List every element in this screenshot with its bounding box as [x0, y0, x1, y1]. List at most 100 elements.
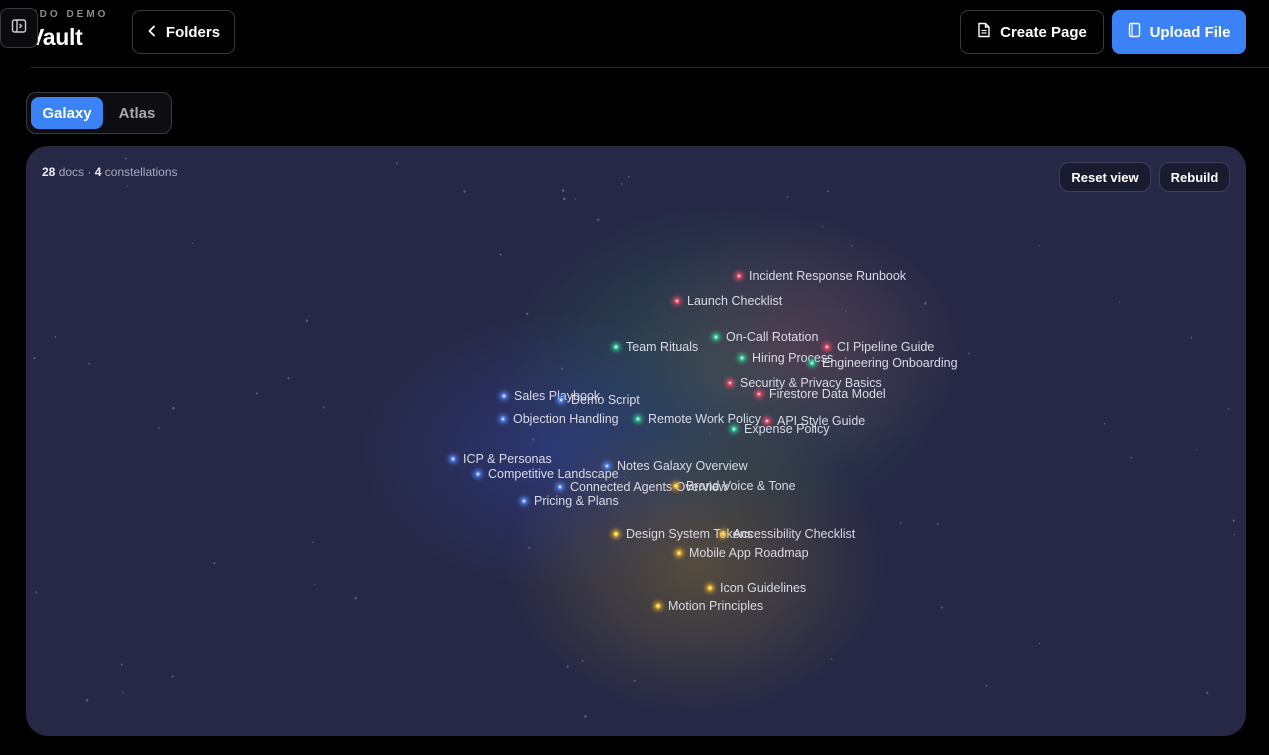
doc-node[interactable]: Engineering Onboarding [807, 356, 958, 370]
background-star [562, 197, 566, 201]
node-core [708, 586, 712, 590]
background-star [126, 185, 128, 188]
node-core [732, 427, 736, 431]
background-star [305, 319, 309, 322]
doc-node[interactable]: Design System Tokens [611, 527, 753, 541]
node-label[interactable]: Launch Checklist [687, 294, 783, 308]
background-star [213, 562, 216, 565]
node-core [721, 532, 725, 536]
doc-node[interactable]: Launch Checklist [672, 294, 783, 308]
node-label[interactable]: Mobile App Roadmap [689, 546, 809, 560]
node-label[interactable]: Firestore Data Model [769, 387, 886, 401]
node-label[interactable]: Notes Galaxy Overview [617, 459, 749, 473]
background-star [627, 175, 630, 178]
background-star [1195, 448, 1198, 451]
node-core [558, 485, 562, 489]
galaxy-canvas[interactable]: Incident Response Runbook Launch Checklis… [26, 146, 1246, 736]
node-core [656, 604, 660, 608]
doc-node[interactable]: Incident Response Runbook [734, 269, 907, 283]
folders-back-button[interactable]: Folders [132, 10, 235, 54]
sidebar-toggle-icon [11, 18, 27, 39]
node-core [674, 484, 678, 488]
node-label[interactable]: Expense Policy [744, 422, 830, 436]
doc-node[interactable]: ICP & Personas [448, 452, 552, 466]
node-core [757, 392, 761, 396]
doc-node[interactable]: Motion Principles [653, 599, 764, 613]
background-star [821, 225, 824, 227]
node-label[interactable]: Pricing & Plans [534, 494, 619, 508]
create-page-button[interactable]: Create Page [960, 10, 1104, 54]
view-switcher: Galaxy Atlas [26, 92, 172, 134]
background-star [1118, 301, 1121, 303]
node-label[interactable]: Icon Guidelines [720, 581, 806, 595]
node-core [614, 345, 618, 349]
background-star [172, 406, 175, 410]
node-label[interactable]: CI Pipeline Guide [837, 340, 934, 354]
background-star [124, 157, 127, 160]
node-label[interactable]: Motion Principles [668, 599, 763, 613]
doc-node[interactable]: Remote Work Policy [633, 412, 762, 426]
doc-node[interactable]: Expense Policy [729, 422, 831, 436]
node-core [636, 417, 640, 421]
constellations-count: 4 [94, 165, 102, 179]
node-label[interactable]: Accessibility Checklist [733, 527, 856, 541]
doc-node[interactable]: Mobile App Roadmap [674, 546, 809, 560]
background-star [620, 182, 623, 185]
background-star [287, 377, 290, 380]
top-bar: YDO DEMO Vault Folders Create Page Uploa… [0, 0, 1269, 68]
doc-node[interactable]: Pricing & Plans [519, 494, 619, 508]
background-star [1233, 533, 1236, 536]
background-star [899, 522, 902, 524]
tab-galaxy[interactable]: Galaxy [31, 97, 103, 129]
node-label[interactable]: Brand Voice & Tone [686, 479, 796, 493]
background-star [527, 546, 531, 549]
node-label[interactable]: Objection Handling [513, 412, 619, 426]
node-core [825, 345, 829, 349]
reset-view-button[interactable]: Reset view [1059, 162, 1151, 192]
node-label[interactable]: ICP & Personas [463, 452, 552, 466]
node-label[interactable]: Team Rituals [626, 340, 698, 354]
galaxy-graph[interactable]: Incident Response Runbook Launch Checklis… [26, 146, 1246, 736]
background-star [940, 606, 943, 609]
doc-node[interactable]: Firestore Data Model [754, 387, 886, 401]
node-label[interactable]: Engineering Onboarding [822, 356, 958, 370]
doc-node[interactable]: Objection Handling [498, 412, 619, 426]
stats-separator: · [87, 165, 92, 179]
doc-node[interactable]: On-Call Rotation [711, 330, 819, 344]
doc-node[interactable]: Hiring Process [737, 351, 834, 365]
background-star [192, 242, 194, 244]
folders-label: Folders [165, 23, 221, 41]
background-star [968, 352, 970, 355]
background-star [597, 218, 600, 221]
node-label[interactable]: Competitive Landscape [488, 467, 619, 481]
doc-node[interactable]: Accessibility Checklist [718, 527, 856, 541]
doc-node[interactable]: Competitive Landscape [473, 467, 619, 481]
background-star [574, 198, 577, 200]
rebuild-button[interactable]: Rebuild [1159, 162, 1230, 192]
background-star [844, 310, 847, 313]
doc-node[interactable]: Notes Galaxy Overview [602, 459, 749, 473]
background-star [1190, 336, 1193, 339]
doc-node[interactable]: Icon Guidelines [705, 581, 807, 595]
tab-atlas[interactable]: Atlas [107, 97, 167, 129]
background-star [85, 698, 89, 702]
background-star [354, 597, 357, 600]
node-core [677, 551, 681, 555]
background-star [122, 691, 124, 694]
background-star [566, 665, 569, 668]
doc-node[interactable]: Brand Voice & Tone [671, 479, 796, 493]
background-star [322, 406, 325, 409]
node-label[interactable]: Demo Script [571, 393, 640, 407]
node-core [810, 361, 814, 365]
doc-node[interactable]: CI Pipeline Guide [822, 340, 935, 354]
background-star [1130, 456, 1133, 459]
book-icon [1128, 22, 1141, 42]
node-label[interactable]: Incident Response Runbook [749, 269, 907, 283]
node-label[interactable]: On-Call Rotation [726, 330, 818, 344]
upload-file-button[interactable]: Upload File [1112, 10, 1246, 54]
sidebar-toggle-button[interactable] [0, 8, 38, 48]
background-star [463, 190, 466, 193]
background-star [1038, 642, 1041, 645]
background-star [830, 658, 833, 660]
background-star [851, 244, 853, 247]
